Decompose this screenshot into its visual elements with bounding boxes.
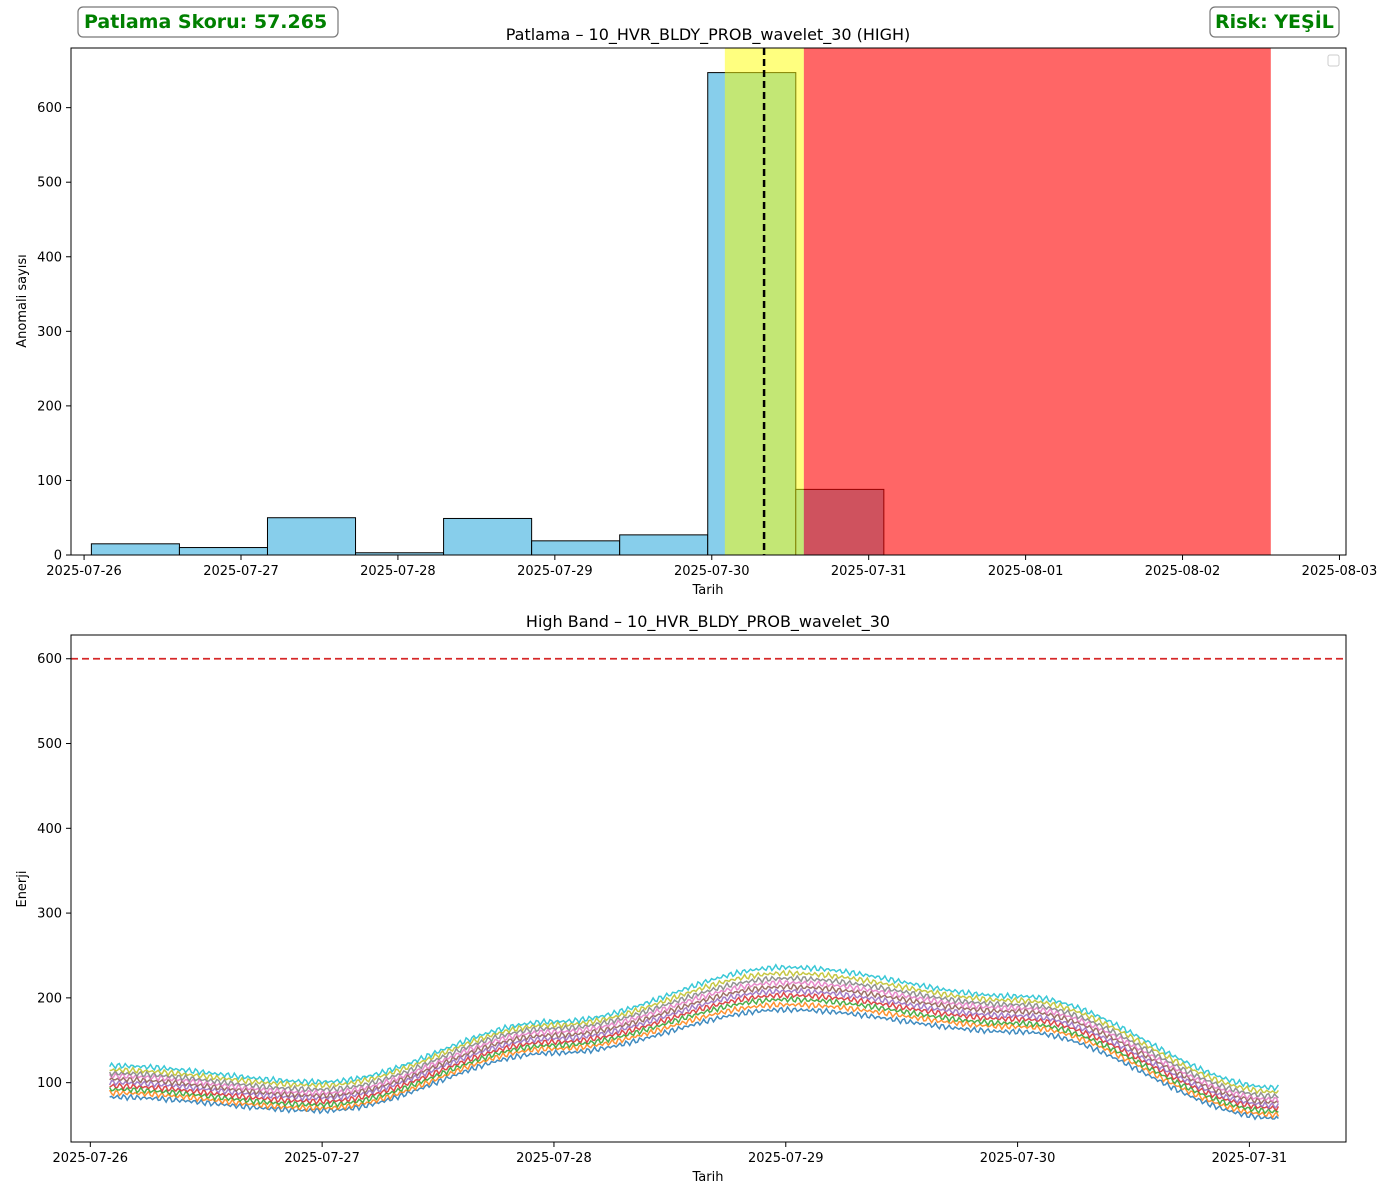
- chart2-title: High Band – 10_HVR_BLDY_PROB_wavelet_30: [526, 612, 890, 632]
- highlight-red-span: [803, 48, 1271, 555]
- score-badge: Patlama Skoru: 57.265: [77, 6, 339, 38]
- x-tick-label: 2025-07-27: [203, 564, 279, 579]
- burst-histogram-chart: Patlama – 10_HVR_BLDY_PROB_wavelet_30 (H…: [15, 25, 1377, 598]
- x-tick-label: 2025-07-31: [1212, 1151, 1288, 1166]
- y-tick-label: 500: [37, 176, 62, 191]
- risk-badge-text: Risk: YEŞİL: [1215, 9, 1334, 33]
- x-tick-label: 2025-07-28: [516, 1151, 592, 1166]
- y-tick-label: 100: [37, 1076, 62, 1091]
- y-tick-label: 300: [37, 907, 62, 922]
- chart2-frame: [70, 634, 1347, 1143]
- x-tick-label: 2025-07-30: [980, 1151, 1056, 1166]
- y-tick-label: 100: [37, 474, 62, 489]
- x-tick-label: 2025-08-01: [988, 564, 1064, 579]
- chart1-legend: [1327, 54, 1340, 67]
- histogram-bar: [443, 517, 533, 556]
- chart1-title: Patlama – 10_HVR_BLDY_PROB_wavelet_30 (H…: [506, 25, 911, 45]
- x-tick-label: 2025-08-03: [1302, 564, 1378, 579]
- histogram-bar: [619, 534, 709, 556]
- figure: Patlama Skoru: 57.265 Risk: YEŞİL Patlam…: [15, 6, 1377, 1185]
- y-tick-label: 300: [37, 325, 62, 340]
- chart2-xlabel: Tarih: [692, 1170, 724, 1185]
- high-band-line-chart: High Band – 10_HVR_BLDY_PROB_wavelet_30 …: [15, 612, 1347, 1185]
- x-tick-label: 2025-07-26: [53, 1151, 129, 1166]
- x-tick-label: 2025-07-26: [46, 564, 122, 579]
- histogram-bar: [531, 540, 621, 556]
- histogram-bar: [266, 517, 357, 556]
- x-tick-label: 2025-07-29: [517, 564, 593, 579]
- y-tick-label: 400: [37, 822, 62, 837]
- x-tick-label: 2025-07-30: [674, 564, 750, 579]
- x-tick-label: 2025-07-27: [284, 1151, 360, 1166]
- x-tick-label: 2025-07-31: [831, 564, 907, 579]
- y-tick-label: 400: [37, 250, 62, 265]
- y-tick-label: 200: [37, 399, 62, 414]
- y-tick-label: 600: [37, 101, 62, 116]
- histogram-bar: [90, 543, 180, 556]
- histogram-bar: [178, 547, 268, 556]
- chart1-ylabel: Anomali sayısı: [15, 254, 30, 348]
- chart2-ylabel: Enerji: [15, 870, 30, 907]
- y-tick-label: 0: [54, 549, 62, 564]
- score-badge-text: Patlama Skoru: 57.265: [84, 11, 327, 33]
- risk-badge: Risk: YEŞİL: [1209, 6, 1340, 38]
- y-tick-label: 500: [37, 737, 62, 752]
- y-tick-label: 600: [37, 652, 62, 667]
- y-tick-label: 200: [37, 991, 62, 1006]
- x-tick-label: 2025-07-29: [748, 1151, 824, 1166]
- x-tick-label: 2025-08-02: [1145, 564, 1221, 579]
- x-tick-label: 2025-07-28: [360, 564, 436, 579]
- chart1-xlabel: Tarih: [692, 583, 724, 598]
- energy-series-line: [108, 1000, 1280, 1120]
